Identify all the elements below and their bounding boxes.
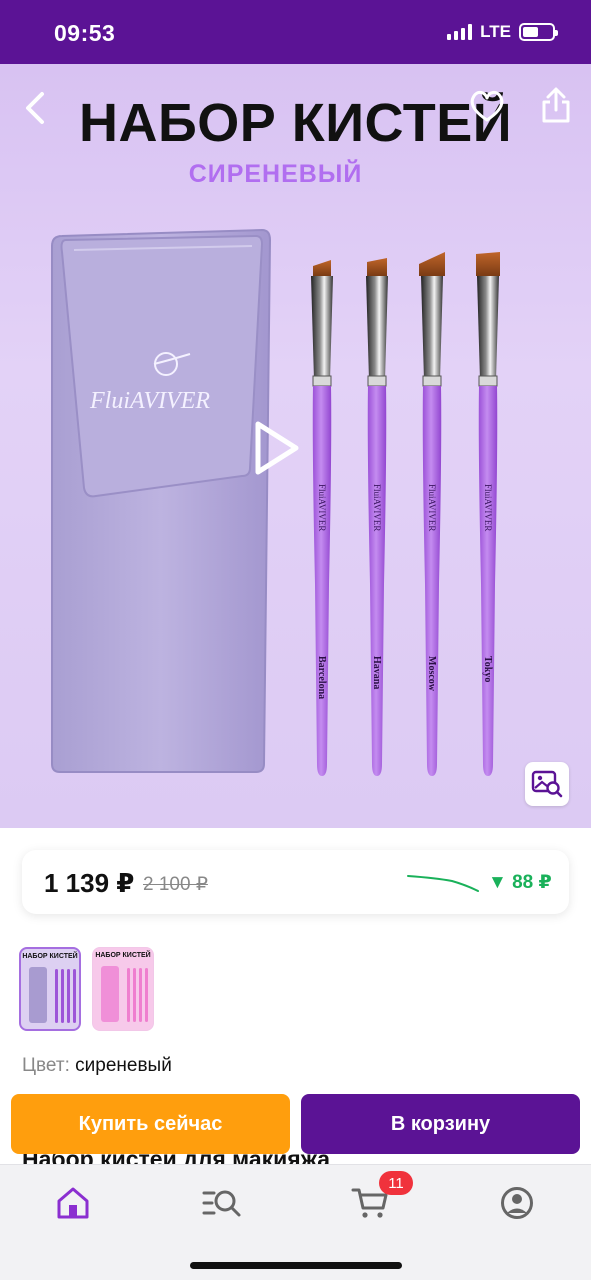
cart-count-badge: 11	[379, 1171, 413, 1195]
price-current: 1 139 ₽	[44, 868, 135, 898]
status-indicators: LTE	[447, 22, 558, 42]
network-type: LTE	[480, 22, 511, 41]
play-icon	[255, 421, 299, 475]
status-time: 09:53	[54, 20, 116, 46]
signal-icon	[447, 24, 473, 40]
status-bar: 09:53 LTE	[0, 0, 591, 64]
back-button[interactable]	[22, 90, 52, 126]
brush-name-label: Barcelona	[316, 656, 327, 699]
nav-home[interactable]	[53, 1183, 93, 1223]
price-old: 2 100 ₽	[143, 874, 208, 895]
chevron-left-icon	[26, 92, 44, 124]
hero-subtitle: СИРЕНЕВЫЙ	[188, 160, 363, 188]
product-image-gallery[interactable]: FluiAVIVER FluiAVIVER Barcelona FluiAVIVER…	[0, 64, 591, 828]
heart-icon	[470, 90, 504, 122]
variant-thumb-title: НАБОР КИСТЕЙ	[22, 953, 78, 960]
brush-name-label: Tokyo	[482, 656, 493, 682]
color-label: Цвет:	[22, 1055, 70, 1076]
brush-brand: FluiAVIVER	[317, 484, 327, 531]
color-selection: Цвет: сиреневый	[22, 1055, 172, 1077]
case-flap	[60, 234, 264, 498]
brush-tokyo: FluiAVIVER Tokyo	[476, 252, 500, 776]
brush-barcelona: FluiAVIVER Barcelona	[311, 260, 333, 776]
home-indicator	[190, 1262, 402, 1269]
battery-icon	[519, 23, 558, 41]
price-card: 1 139 ₽ 2 100 ₽ ▼ 88 ₽	[22, 850, 569, 914]
price-drop: ▼ 88 ₽	[488, 872, 552, 893]
home-icon	[57, 1187, 89, 1219]
catalog-search-icon	[202, 1190, 241, 1217]
buy-now-button[interactable]: Купить сейчас	[11, 1094, 290, 1154]
brush-moscow: FluiAVIVER Moscow	[419, 252, 445, 776]
nav-profile[interactable]	[497, 1183, 537, 1223]
color-value: сиреневый	[75, 1055, 172, 1076]
brush-brand: FluiAVIVER	[372, 484, 382, 531]
brush-brand: FluiAVIVER	[427, 484, 437, 531]
bottom-navigation: 11	[0, 1164, 591, 1280]
brand-logo: FluiAVIVER	[89, 388, 210, 414]
price-history-graph[interactable]	[406, 872, 480, 894]
image-search-icon	[531, 770, 563, 798]
photo-search-button[interactable]	[525, 762, 569, 806]
nav-catalog[interactable]	[202, 1183, 242, 1223]
brush-havana: FluiAVIVER Havana	[366, 258, 388, 776]
play-video-button[interactable]	[248, 418, 304, 478]
brush-name-label: Havana	[371, 656, 382, 689]
variant-thumb-title: НАБОР КИСТЕЙ	[95, 952, 151, 959]
variant-thumb-lilac[interactable]: НАБОР КИСТЕЙ	[19, 947, 81, 1031]
favorite-button[interactable]	[468, 88, 506, 124]
share-button[interactable]	[539, 86, 573, 124]
variant-thumb-pink[interactable]: НАБОР КИСТЕЙ	[92, 947, 154, 1031]
brush-name-label: Moscow	[426, 656, 437, 692]
share-icon	[542, 87, 570, 123]
brush-brand: FluiAVIVER	[483, 484, 493, 531]
add-to-cart-button[interactable]: В корзину	[301, 1094, 580, 1154]
profile-icon	[501, 1187, 533, 1219]
